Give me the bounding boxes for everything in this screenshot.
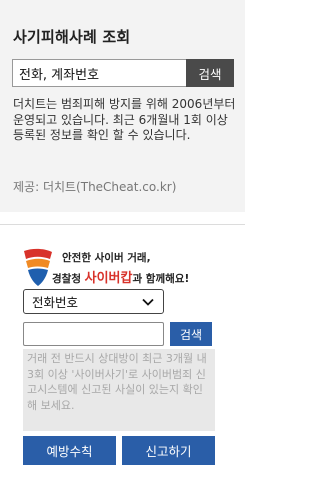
section-divider [0,224,245,225]
chevron-down-icon [142,298,154,306]
search-type-value: 전화번호 [32,295,79,310]
report-button[interactable]: 신고하기 [122,436,215,465]
thecheat-info-text: 더치트는 범죄피해 방지를 위해 2006년부터 운영되고 있습니다. 최근 6… [13,97,236,142]
thecheat-panel: 사기피해사례 조회 검색 더치트는 범죄피해 방지를 위해 2006년부터 운영… [0,0,245,212]
thecheat-search-input[interactable] [12,59,186,87]
cybercop-button-row: 예방수칙 신고하기 [23,436,215,465]
cybercop-banner[interactable]: 안전한 사이버 거래, 경찰청 사이버캅과 함께해요! [22,247,217,287]
thecheat-search-button[interactable]: 검색 [186,59,234,87]
banner-slogan: 경찰청 사이버캅과 함께해요! [52,267,189,286]
banner-slogan-suffix: 과 함께해요! [132,273,190,285]
banner-brand: 사이버캅 [84,271,133,286]
prevention-tips-button[interactable]: 예방수칙 [23,436,116,465]
panel-title: 사기피해사례 조회 [13,28,131,46]
cybercop-notice: 거래 전 반드시 상대방이 최근 3개월 내 3회 이상 '사이버사기'로 사이… [23,349,215,431]
search-type-select[interactable]: 전화번호 [23,289,164,314]
banner-tagline: 안전한 사이버 거래, [62,252,151,264]
thecheat-search-row: 검색 [12,59,234,87]
cybercop-search-button[interactable]: 검색 [170,322,212,346]
thecheat-source: 제공: 더치트(TheCheat.co.kr) [13,180,177,194]
cybercop-logo-icon [24,248,52,286]
cybercop-search-row: 검색 [23,322,212,346]
banner-slogan-prefix: 경찰청 [52,273,85,285]
cybercop-search-input[interactable] [23,322,164,346]
